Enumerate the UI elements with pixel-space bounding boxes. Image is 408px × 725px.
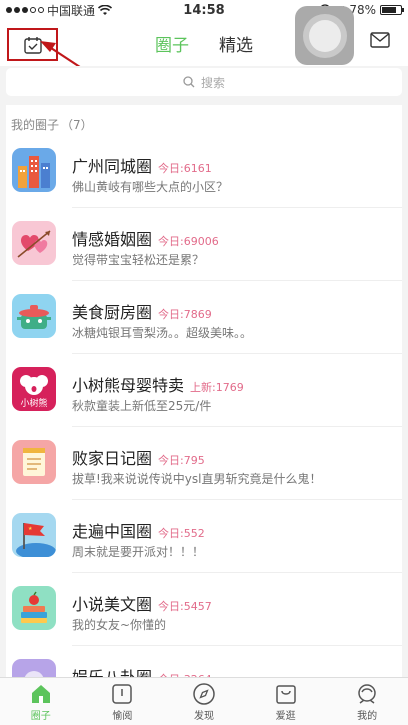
circle-item-travel[interactable]: ★ 走遍中国圈 今日:552 周末就是要开派对！！！ bbox=[6, 500, 402, 573]
circle-name-text: 走遍中国圈 bbox=[72, 522, 153, 541]
circle-name-text: 败家日记圈 bbox=[72, 449, 153, 468]
circle-badge: 今日:552 bbox=[158, 527, 205, 540]
tab-label: 愉阅 bbox=[112, 710, 133, 722]
circle-name-text: 美食厨房圈 bbox=[72, 303, 153, 322]
circle-desc: 觉得带宝宝轻松还是累？ bbox=[72, 253, 205, 267]
tab-label: 发现 bbox=[193, 710, 214, 722]
circle-badge: 今日:6161 bbox=[158, 162, 212, 175]
bottom-tab-bar: 圈子 愉阅 发现 爱逛 我的 bbox=[0, 677, 408, 725]
tab-label: 我的 bbox=[357, 710, 378, 722]
hearts-arrow-icon bbox=[12, 221, 56, 265]
book-icon bbox=[112, 683, 133, 704]
status-left: 中国联通 bbox=[6, 2, 113, 19]
circle-item-emotion[interactable]: 情感婚姻圈 今日:69006 觉得带宝宝轻松还是累？ bbox=[6, 208, 402, 281]
circle-name: 广州同城圈 今日:6161 bbox=[72, 153, 212, 177]
circle-item-guangzhou[interactable]: 广州同城圈 今日:6161 佛山黄岐有哪些大点的小区？ bbox=[6, 135, 402, 208]
circle-item-food[interactable]: 美食厨房圈 今日:7869 冰糖炖银耳雪梨汤。。超级美味。。 bbox=[6, 281, 402, 354]
circle-name-text: 小树熊母婴特卖 bbox=[72, 376, 185, 395]
circle-badge: 上新:1769 bbox=[190, 381, 244, 394]
section-title: 我的圈子 （7） bbox=[11, 116, 93, 133]
tab-circles[interactable]: 圈子 bbox=[155, 31, 189, 56]
my-circles-list: 我的圈子 （7） 广州同城圈 今日:6161 佛山黄岐有哪些大点的小区？ 情感婚… bbox=[6, 105, 402, 725]
circle-item-koala[interactable]: 小树熊 小树熊母婴特卖 上新:1769 秋款童装上新低至25元/件 bbox=[6, 354, 402, 427]
battery-icon bbox=[380, 5, 404, 15]
carrier-label: 中国联通 bbox=[47, 3, 96, 18]
tab-bar-reading[interactable]: 愉阅 bbox=[82, 678, 164, 725]
circle-name: 败家日记圈 今日:795 bbox=[72, 445, 205, 469]
cooking-pot-icon bbox=[12, 294, 56, 338]
flag-icon: ★ bbox=[12, 513, 56, 557]
tab-bar-profile[interactable]: 我的 bbox=[326, 678, 408, 725]
tab-featured[interactable]: 精选 bbox=[219, 31, 253, 56]
signal-strength-icon bbox=[6, 7, 44, 13]
circle-desc: 佛山黄岐有哪些大点的小区？ bbox=[72, 180, 229, 194]
tab-label: 爱逛 bbox=[275, 710, 296, 722]
circle-badge: 今日:69006 bbox=[158, 235, 219, 248]
circle-badge: 今日:795 bbox=[158, 454, 205, 467]
circle-desc: 秋款童装上新低至25元/件 bbox=[72, 399, 212, 413]
home-icon bbox=[31, 684, 50, 703]
books-apple-icon bbox=[12, 586, 56, 630]
circle-desc: 拔草!我来说说传说中ysl直男斩究竟是什么鬼！ bbox=[72, 472, 322, 486]
circle-name: 小树熊母婴特卖 上新:1769 bbox=[72, 372, 244, 396]
circle-name: 情感婚姻圈 今日:69006 bbox=[72, 226, 219, 250]
search-area: 搜索 bbox=[0, 66, 408, 102]
tab-bar-shopping[interactable]: 爱逛 bbox=[245, 678, 327, 725]
circle-item-diary[interactable]: 败家日记圈 今日:795 拔草!我来说说传说中ysl直男斩究竟是什么鬼！ bbox=[6, 427, 402, 500]
tab-bar-circles[interactable]: 圈子 bbox=[0, 678, 82, 725]
circle-name-text: 情感婚姻圈 bbox=[72, 230, 153, 249]
circle-badge: 今日:7869 bbox=[158, 308, 212, 321]
circle-name: 美食厨房圈 今日:7869 bbox=[72, 299, 212, 323]
assistive-touch-button[interactable] bbox=[295, 6, 354, 65]
search-placeholder: 搜索 bbox=[200, 75, 225, 90]
circle-badge: 今日:5457 bbox=[158, 600, 212, 613]
shopping-bag-icon bbox=[275, 684, 296, 704]
tab-label: 圈子 bbox=[30, 710, 51, 722]
city-buildings-icon bbox=[12, 148, 56, 192]
compass-icon bbox=[193, 682, 215, 705]
wifi-icon bbox=[98, 4, 113, 15]
section-title-label: 我的圈子 bbox=[11, 118, 60, 132]
circle-name: 小说美文圈 今日:5457 bbox=[72, 591, 212, 615]
mail-icon bbox=[370, 32, 390, 48]
circle-item-novel[interactable]: 小说美文圈 今日:5457 我的女友~你懂的 bbox=[6, 573, 402, 646]
circle-name-text: 小说美文圈 bbox=[72, 595, 153, 614]
circle-name: 走遍中国圈 今日:552 bbox=[72, 518, 205, 542]
search-input[interactable]: 搜索 bbox=[6, 68, 402, 96]
svg-text:★: ★ bbox=[28, 526, 33, 532]
circle-name-text: 广州同城圈 bbox=[72, 157, 153, 176]
search-icon bbox=[183, 76, 195, 88]
nav-bar: 圈子 精选 bbox=[0, 6, 408, 66]
profile-icon bbox=[358, 683, 376, 704]
section-count: （7） bbox=[61, 118, 93, 132]
circle-desc: 周末就是要开派对！！！ bbox=[72, 545, 205, 559]
mail-button[interactable] bbox=[370, 32, 390, 52]
circle-desc: 我的女友~你懂的 bbox=[72, 618, 167, 632]
notepad-icon bbox=[12, 440, 56, 484]
koala-logo-icon: 小树熊 bbox=[12, 367, 56, 411]
tab-bar-discover[interactable]: 发现 bbox=[163, 678, 245, 725]
circle-desc: 冰糖炖银耳雪梨汤。。超级美味。。 bbox=[72, 326, 253, 340]
svg-text:小树熊: 小树熊 bbox=[20, 397, 47, 409]
